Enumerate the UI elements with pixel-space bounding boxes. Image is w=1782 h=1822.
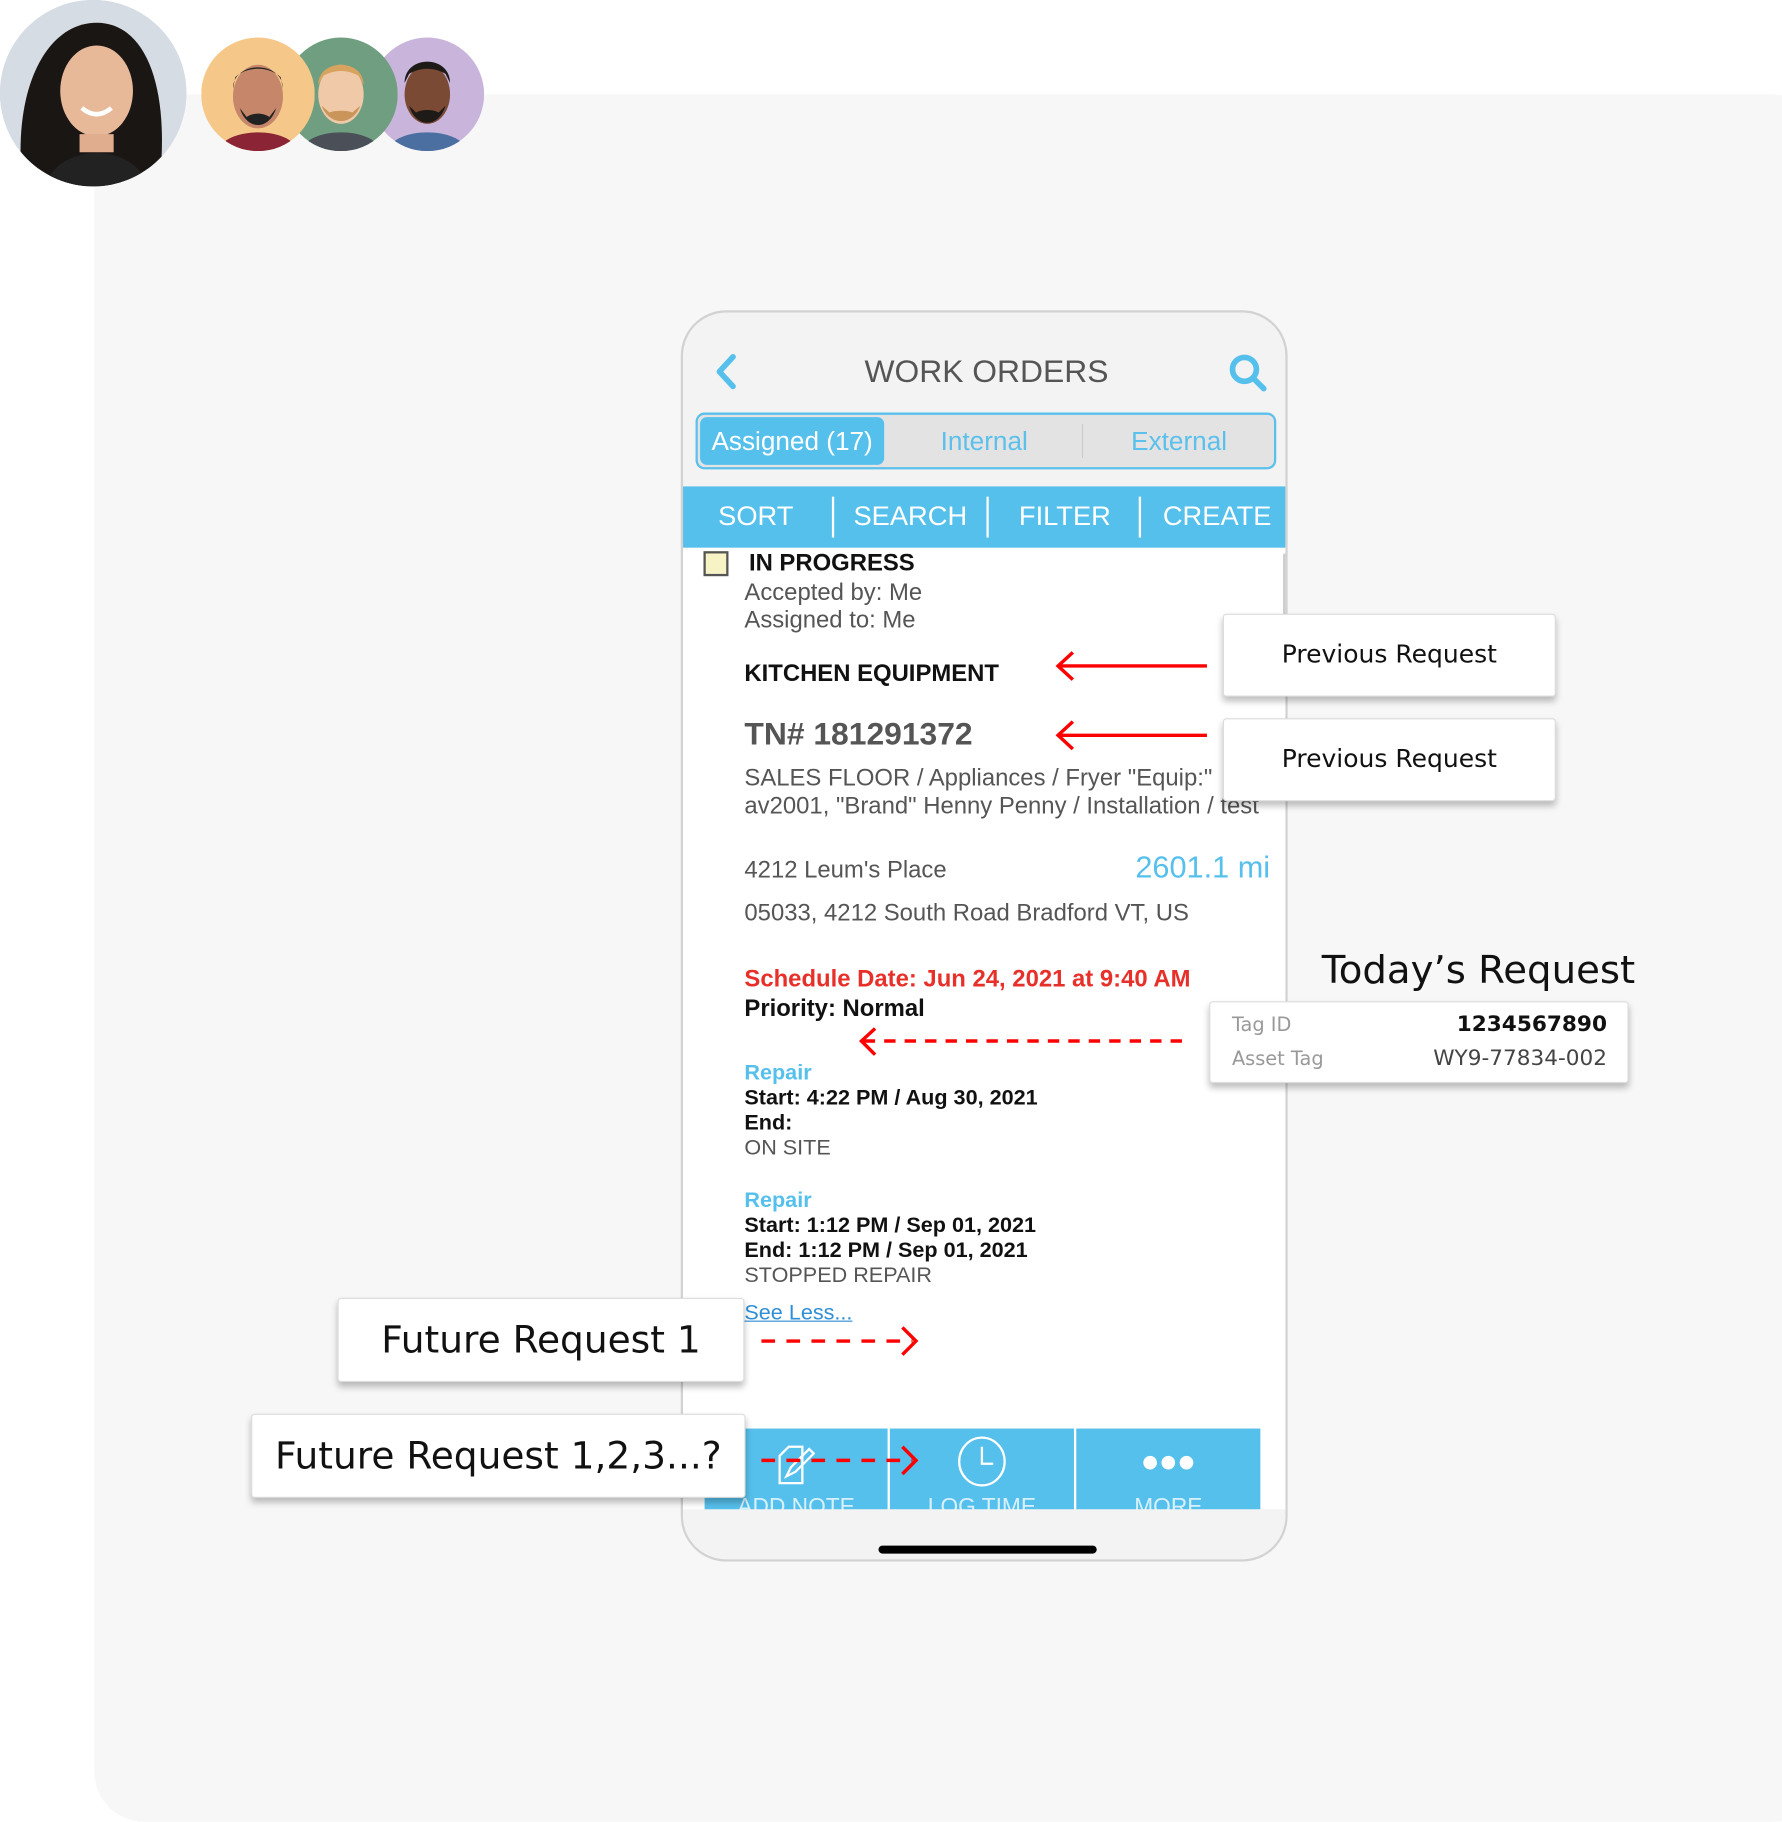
- canvas: WORK ORDERS Assigned (17) Internal Exter…: [0, 0, 1782, 1822]
- arrow-today: [858, 1027, 1182, 1056]
- callout-future-request-1: Future Request 1: [337, 1297, 745, 1382]
- tag-id-label: Tag ID: [1231, 1013, 1292, 1037]
- todays-request-title: Today’s Request: [1321, 947, 1636, 994]
- tag-card: Tag ID 1234567890 Asset Tag WY9-77834-00…: [1209, 1001, 1629, 1084]
- asset-tag-label: Asset Tag: [1231, 1047, 1324, 1071]
- arrow-future-1: [761, 1326, 919, 1356]
- callout-previous-request-2: Previous Request: [1222, 718, 1556, 802]
- callout-previous-request-1: Previous Request: [1222, 613, 1556, 697]
- asset-tag-value: WY9-77834-002: [1433, 1045, 1607, 1071]
- tag-id-value: 1234567890: [1456, 1011, 1607, 1037]
- arrow-previous-1: [1055, 651, 1207, 681]
- annotation-arrows: [761, 651, 1207, 1476]
- callout-future-requests: Future Request 1,2,3...?: [251, 1413, 746, 1498]
- arrow-future-many: [761, 1445, 919, 1476]
- arrow-previous-2: [1055, 720, 1207, 751]
- avatar-man-1: [201, 37, 315, 152]
